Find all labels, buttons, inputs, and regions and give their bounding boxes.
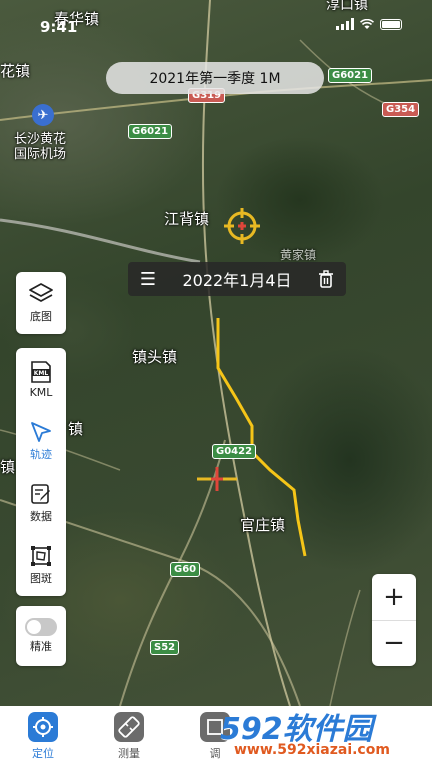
status-bar: 9:41 [0,0,432,40]
track-arrow-icon [31,422,51,442]
airport-icon: ✈ [32,104,54,126]
road-shield-g6021-top: G6021 [328,68,373,83]
tab-locate[interactable]: 定位 [0,706,86,768]
kml-label: KML [29,385,53,399]
battery-icon [380,18,402,30]
tab-locate-label: 定位 [32,747,54,760]
zoom-control: + − [372,574,416,666]
measure-icon [114,712,144,742]
trash-icon[interactable] [306,270,346,288]
locate-icon [28,712,58,742]
imagery-period-label: 2021年第一季度 1M [149,71,281,87]
status-icons [336,18,402,30]
kml-button[interactable]: KML KML [16,348,66,410]
road-shield-s52: S52 [150,640,180,655]
tab-measure-label: 测量 [118,747,140,760]
edit-data-icon [31,484,50,504]
spot-button[interactable]: 图斑 [16,534,66,596]
basemap-label: 底图 [30,310,52,323]
location-crosshair-icon [224,208,260,244]
basemap-button[interactable]: 底图 [16,272,66,334]
place-label-huazhen: 花镇 [0,62,31,80]
precise-toggle[interactable]: 精准 [16,606,66,666]
place-label-jiangbei: 江背镇 [164,210,210,228]
data-label: 数据 [30,510,52,523]
basemap-panel: 底图 [16,272,66,334]
map-center-marker-icon [197,467,237,491]
spot-label: 图斑 [30,572,52,585]
place-label-zhen-left2: 镇 [0,458,16,476]
track-label: 轨迹 [30,448,52,461]
imagery-period-pill[interactable]: 2021年第一季度 1M [106,62,324,94]
place-label-huangjia: 黄家镇 [280,248,317,262]
zoom-in-button[interactable]: + [372,574,416,620]
kml-file-icon: KML [31,360,51,383]
svg-text:KML: KML [34,369,49,376]
road-shield-g60: G60 [170,562,201,577]
track-date-bar: ☰ 2022年1月4日 [128,262,346,296]
track-date[interactable]: 2022年1月4日 [168,267,306,291]
road-shield-g0422: G0422 [212,444,257,459]
place-label-airport: 长沙黄花 国际机场 [14,132,67,162]
tab-measure[interactable]: 测量 [86,706,172,768]
polygon-spot-icon [31,546,51,566]
tools-panel: KML KML 轨迹 数据 图斑 [16,348,66,596]
place-label-guanzhuang: 官庄镇 [240,516,286,534]
layers-icon [29,283,53,302]
status-time: 9:41 [40,18,78,36]
cellular-signal-icon [336,18,354,30]
road-shield-g354: G354 [382,102,420,117]
precise-panel: 精准 [16,606,66,666]
watermark: 592软件园 www.592xiazai.com [212,706,432,768]
data-button[interactable]: 数据 [16,472,66,534]
wifi-icon [360,18,374,29]
toggle-switch[interactable] [25,618,57,636]
road-shield-g6021-left: G6021 [128,124,173,139]
track-button[interactable]: 轨迹 [16,410,66,472]
place-label-zhentou: 镇头镇 [132,348,178,366]
watermark-url: www.592xiazai.com [234,742,390,758]
place-label-zhen-left: 镇 [68,420,84,438]
menu-icon[interactable]: ☰ [128,269,168,290]
precise-label: 精准 [30,640,52,653]
zoom-out-button[interactable]: − [372,621,416,667]
